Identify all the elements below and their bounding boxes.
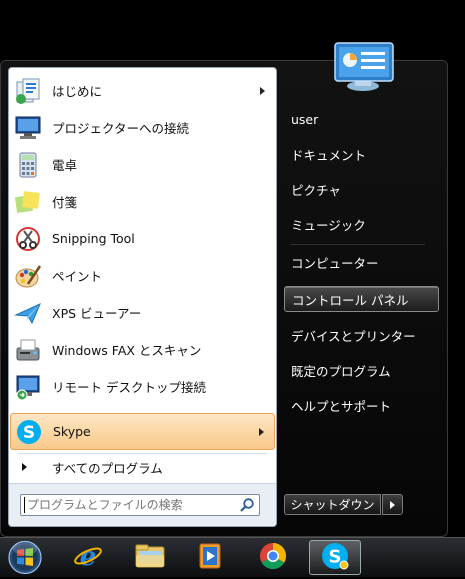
program-item-remote-desktop[interactable]: リモート デスクトップ接続: [10, 368, 275, 405]
search-box[interactable]: [20, 494, 260, 516]
right-item-documents[interactable]: ドキュメント: [284, 141, 439, 167]
separator: [290, 244, 425, 245]
getting-started-icon: [12, 75, 44, 107]
program-item-skype[interactable]: S Skype: [10, 413, 275, 450]
submenu-arrow-icon: [260, 86, 265, 95]
sticky-notes-icon: [12, 186, 44, 218]
separator: [19, 453, 267, 454]
right-item-devices-printers[interactable]: デバイスとプリンター: [284, 322, 439, 348]
taskbar: e S: [0, 537, 465, 577]
right-item-label: コントロール パネル: [292, 292, 409, 308]
media-player-icon: [195, 541, 225, 574]
right-item-default-programs[interactable]: 既定のプログラム: [284, 357, 439, 383]
right-item-pictures[interactable]: ピクチャ: [284, 176, 439, 202]
programs-pane: はじめに プロジェクターへの接続 電卓 付箋 Snipping Tool ペイン…: [8, 67, 277, 527]
shutdown-options-button[interactable]: [382, 494, 403, 515]
taskbar-skype[interactable]: S: [309, 540, 361, 575]
taskbar-internet-explorer[interactable]: e: [62, 540, 114, 575]
program-item-sticky-notes[interactable]: 付箋: [10, 183, 275, 220]
calculator-icon: [12, 149, 44, 181]
right-item-computer[interactable]: コンピューター: [284, 249, 439, 275]
right-item-label: ヘルプとサポート: [291, 398, 392, 414]
program-label: Snipping Tool: [52, 231, 135, 246]
projector-icon: [12, 112, 44, 144]
skype-icon: S: [320, 541, 350, 574]
program-label: はじめに: [52, 84, 103, 99]
remote-desktop-icon: [12, 371, 44, 403]
taskbar-chrome[interactable]: [247, 540, 299, 575]
right-item-label: 既定のプログラム: [291, 363, 391, 379]
right-item-label: ミュージック: [291, 217, 366, 233]
program-item-calculator[interactable]: 電卓: [10, 146, 275, 183]
fax-scan-icon: [12, 334, 44, 366]
right-item-label: ドキュメント: [291, 147, 367, 163]
program-label: プロジェクターへの接続: [52, 121, 190, 136]
program-item-paint[interactable]: ペイント: [10, 257, 275, 294]
right-item-help-support[interactable]: ヘルプとサポート: [284, 392, 439, 418]
taskbar-file-explorer[interactable]: [124, 540, 176, 575]
xps-viewer-icon: [12, 297, 44, 329]
snipping-tool-icon: [12, 223, 44, 255]
search-icon[interactable]: [239, 497, 255, 513]
svg-text:e: e: [80, 542, 97, 571]
program-item-projector[interactable]: プロジェクターへの接続: [10, 109, 275, 146]
program-label: Windows FAX とスキャン: [52, 343, 202, 358]
right-item-control-panel[interactable]: コントロール パネル: [284, 286, 439, 312]
internet-explorer-icon: e: [73, 541, 103, 574]
file-explorer-icon: [134, 541, 166, 574]
program-item-xps-viewer[interactable]: XPS ビューアー: [10, 294, 275, 331]
program-item-getting-started[interactable]: はじめに: [10, 72, 275, 109]
program-label: XPS ビューアー: [52, 306, 142, 321]
program-label: ペイント: [52, 269, 103, 284]
all-programs-button[interactable]: すべてのプログラム: [10, 455, 275, 479]
program-label: Skype: [53, 424, 91, 439]
program-item-fax-scan[interactable]: Windows FAX とスキャン: [10, 331, 275, 368]
program-label: リモート デスクトップ接続: [52, 380, 206, 395]
shutdown-button[interactable]: シャットダウン: [284, 494, 381, 515]
submenu-arrow-icon: [259, 427, 264, 436]
svg-text:S: S: [23, 423, 35, 443]
program-item-snipping-tool[interactable]: Snipping Tool: [10, 220, 275, 257]
chrome-icon: [258, 541, 288, 574]
right-item-label: コンピューター: [291, 255, 379, 271]
start-button[interactable]: [5, 539, 45, 576]
user-picture-icon[interactable]: [333, 40, 395, 92]
all-programs-arrow-icon: [22, 463, 27, 471]
skype-icon: S: [13, 416, 45, 448]
right-item-label: user: [291, 111, 319, 127]
right-item-label: ピクチャ: [291, 182, 341, 198]
program-label: 電卓: [52, 158, 78, 173]
search-input[interactable]: [24, 497, 232, 513]
right-item-music[interactable]: ミュージック: [284, 211, 439, 237]
program-label: 付箋: [52, 195, 78, 210]
search-area: [9, 483, 276, 526]
all-programs-label: すべてのプログラム: [52, 460, 163, 476]
paint-icon: [12, 260, 44, 292]
taskbar-media-player[interactable]: [184, 540, 236, 575]
right-item-label: デバイスとプリンター: [291, 328, 416, 344]
right-item-user[interactable]: user: [284, 106, 439, 132]
shutdown-label: シャットダウン: [290, 498, 375, 512]
shutdown-arrow-icon: [390, 500, 395, 509]
svg-text:S: S: [329, 547, 342, 568]
